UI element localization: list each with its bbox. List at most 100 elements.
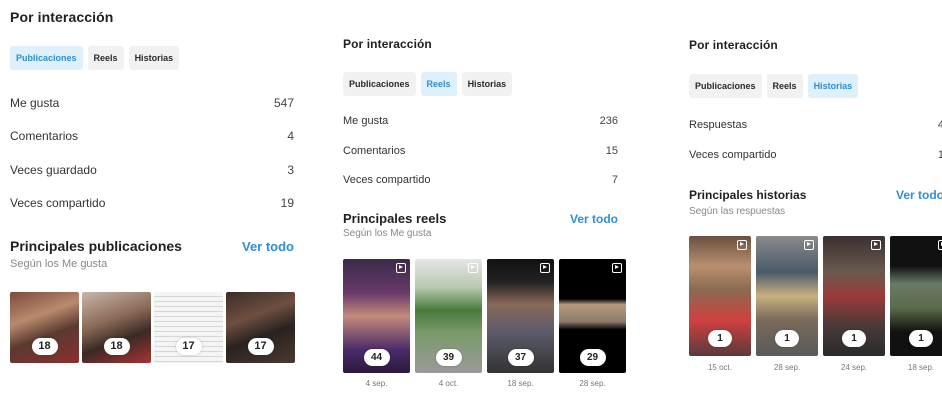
- metric-row-veces-compartido: Veces compartido 7: [343, 174, 618, 186]
- metric-value: 1: [937, 149, 942, 161]
- reel-thumbnail[interactable]: 29: [559, 259, 626, 373]
- tab-publicaciones[interactable]: Publicaciones: [343, 72, 416, 96]
- metric-label: Veces compartido: [343, 174, 431, 186]
- reel-thumbnails: 44 4 sep. 39 4 oct. 37 18 sep. 29 28 sep…: [343, 259, 626, 389]
- metric-value: 7: [611, 174, 618, 186]
- post-count-badge: 17: [175, 338, 202, 355]
- tab-bar: Publicaciones Reels Historias: [10, 46, 180, 70]
- top-posts-title: Principales publicaciones: [10, 238, 182, 254]
- metric-label: Veces guardado: [10, 163, 97, 177]
- post-thumbnail[interactable]: 17: [226, 292, 295, 363]
- metric-row-veces-compartido: Veces compartido 1: [689, 149, 942, 161]
- tab-bar: Publicaciones Reels Historias: [689, 74, 859, 98]
- ver-todo-link[interactable]: Ver todo: [570, 212, 618, 226]
- post-thumbnail[interactable]: 17: [154, 292, 223, 363]
- post-thumbnail[interactable]: 18: [82, 292, 151, 363]
- story-item: 1 15 oct.: [689, 236, 751, 376]
- story-date: 24 sep.: [840, 363, 868, 372]
- reel-icon: [804, 240, 814, 250]
- story-thumbnail[interactable]: 1: [756, 236, 818, 356]
- top-reels-subtitle: Según los Me gusta: [343, 228, 432, 239]
- tab-publicaciones[interactable]: Publicaciones: [10, 46, 83, 70]
- story-count-badge: 1: [775, 330, 799, 347]
- metric-row-comentarios: Comentarios 4: [10, 129, 294, 143]
- tab-historias[interactable]: Historias: [807, 74, 859, 98]
- metric-label: Respuestas: [689, 119, 748, 131]
- metric-label: Me gusta: [10, 96, 60, 110]
- reel-icon: [871, 240, 881, 250]
- reel-thumbnail[interactable]: 44: [343, 259, 410, 373]
- tab-reels[interactable]: Reels: [420, 72, 457, 96]
- story-count-badge: 1: [708, 330, 732, 347]
- reel-date: 28 sep.: [579, 379, 606, 388]
- metric-row-comentarios: Comentarios 15: [343, 145, 618, 157]
- top-reels-title: Principales reels: [343, 211, 447, 226]
- reel-icon: [468, 263, 478, 273]
- reel-date: 4 oct.: [438, 379, 459, 388]
- reel-item: 37 18 sep.: [487, 259, 554, 389]
- top-stories-subtitle: Según las respuestas: [689, 206, 786, 217]
- section-title: Por interacción: [10, 9, 114, 25]
- top-stories-header: Principales historias Ver todo: [689, 188, 942, 202]
- metric-value: 3: [287, 163, 294, 177]
- story-item: 1 28 sep.: [756, 236, 818, 376]
- metric-value: 15: [605, 145, 618, 157]
- metric-row-me-gusta: Me gusta 547: [10, 96, 294, 110]
- tab-publicaciones[interactable]: Publicaciones: [689, 74, 762, 98]
- metric-value: 547: [273, 96, 294, 110]
- metric-row-me-gusta: Me gusta 236: [343, 115, 618, 127]
- tab-historias[interactable]: Historias: [128, 46, 180, 70]
- tab-reels[interactable]: Reels: [766, 74, 803, 98]
- ver-todo-link[interactable]: Ver todo: [896, 188, 942, 202]
- reel-icon: [938, 240, 942, 250]
- tab-reels[interactable]: Reels: [87, 46, 124, 70]
- story-item: 1 18 sep.: [890, 236, 942, 376]
- reel-thumbnail[interactable]: 37: [487, 259, 554, 373]
- metric-value: 236: [599, 115, 618, 127]
- metric-label: Me gusta: [343, 115, 389, 127]
- reel-icon: [396, 263, 406, 273]
- reel-thumbnail[interactable]: 39: [415, 259, 482, 373]
- reel-date: 4 sep.: [365, 379, 388, 388]
- story-thumbnail[interactable]: 1: [890, 236, 942, 356]
- story-date: 18 sep.: [907, 363, 935, 372]
- panel-publicaciones: Por interacción Publicaciones Reels Hist…: [0, 0, 305, 393]
- metric-label: Veces compartido: [10, 196, 106, 210]
- story-thumbnail[interactable]: 1: [823, 236, 885, 356]
- metric-row-veces-guardado: Veces guardado 3: [10, 163, 294, 177]
- reel-count-badge: 29: [579, 349, 606, 366]
- metric-label: Veces compartido: [689, 149, 777, 161]
- post-count-badge: 18: [31, 338, 58, 355]
- tab-bar: Publicaciones Reels Historias: [343, 72, 513, 96]
- metric-value: 19: [280, 196, 294, 210]
- top-reels-header: Principales reels Ver todo: [343, 211, 618, 226]
- panel-historias: Por interacción Publicaciones Reels Hist…: [676, 0, 942, 393]
- reel-icon: [612, 263, 622, 273]
- tab-historias[interactable]: Historias: [461, 72, 513, 96]
- story-date: 28 sep.: [773, 363, 801, 372]
- top-stories-title: Principales historias: [689, 188, 807, 202]
- metric-row-veces-compartido: Veces compartido 19: [10, 196, 294, 210]
- metric-label: Comentarios: [343, 145, 406, 157]
- ver-todo-link[interactable]: Ver todo: [242, 239, 294, 254]
- reel-icon: [737, 240, 747, 250]
- section-title: Por interacción: [343, 37, 432, 51]
- reel-date: 18 sep.: [507, 379, 534, 388]
- top-posts-subtitle: Según los Me gusta: [10, 258, 108, 270]
- metric-row-respuestas: Respuestas 4: [689, 119, 942, 131]
- post-thumbnails: 18 18 17 17: [10, 292, 295, 363]
- reel-count-badge: 39: [435, 349, 462, 366]
- story-thumbnail[interactable]: 1: [689, 236, 751, 356]
- reel-count-badge: 44: [363, 349, 390, 366]
- metric-value: 4: [937, 119, 942, 131]
- reel-item: 29 28 sep.: [559, 259, 626, 389]
- metric-label: Comentarios: [10, 129, 79, 143]
- reel-item: 39 4 oct.: [415, 259, 482, 389]
- post-thumbnail[interactable]: 18: [10, 292, 79, 363]
- reel-item: 44 4 sep.: [343, 259, 410, 389]
- post-count-badge: 17: [247, 338, 274, 355]
- story-item: 1 24 sep.: [823, 236, 885, 376]
- top-posts-header: Principales publicaciones Ver todo: [10, 238, 294, 254]
- reel-count-badge: 37: [507, 349, 534, 366]
- panel-reels: Por interacción Publicaciones Reels Hist…: [330, 0, 630, 393]
